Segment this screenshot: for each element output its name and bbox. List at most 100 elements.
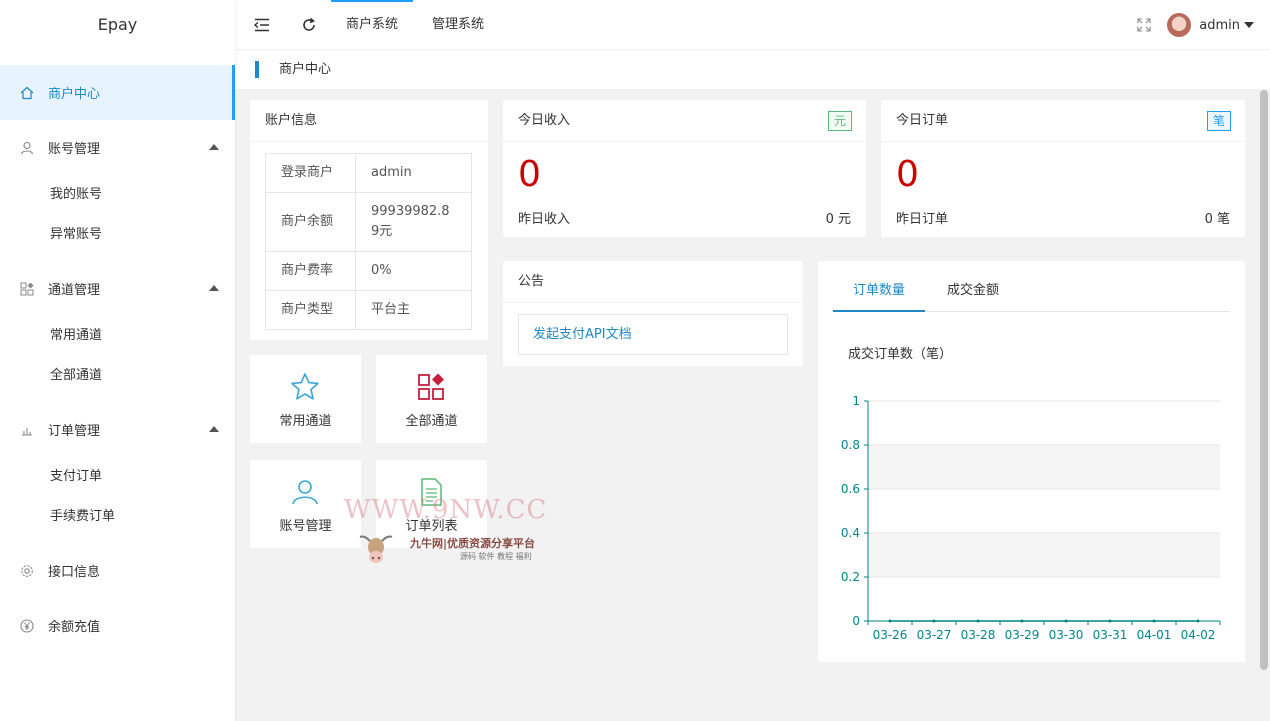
apps-icon — [20, 282, 34, 296]
shortcut-order-list[interactable]: 订单列表 — [376, 460, 487, 548]
apps-icon — [418, 373, 444, 400]
username: admin — [1199, 17, 1240, 33]
menu-fold-button[interactable] — [252, 0, 272, 50]
table-row: 商户余额 99939982.89元 — [265, 192, 472, 252]
top-header: 商户系统 管理系统 admin — [235, 0, 1270, 50]
user-menu[interactable]: admin — [1167, 0, 1254, 50]
y-tick-label: 0.6 — [841, 482, 860, 496]
yen-icon — [20, 618, 34, 633]
y-tick-label: 0 — [852, 614, 860, 628]
table-row: 商户费率 0% — [265, 251, 472, 291]
yesterday-income-value: 0 元 — [825, 212, 851, 227]
x-tick-label: 03-29 — [1005, 628, 1040, 642]
shortcut-account-management[interactable]: 账号管理 — [250, 460, 361, 548]
y-tick-label: 0.8 — [841, 438, 860, 452]
data-point — [1064, 619, 1068, 623]
document-icon — [421, 478, 442, 506]
breadcrumb: 商户中心 — [235, 50, 1270, 90]
fullscreen-button[interactable] — [1135, 0, 1153, 50]
breadcrumb-label: 商户中心 — [279, 62, 332, 77]
gear-icon — [20, 564, 34, 578]
card-title: 今日订单 笔 — [881, 100, 1245, 142]
sidebar-item-merchant-center[interactable]: 商户中心 — [0, 65, 235, 120]
y-tick-label: 0.4 — [841, 526, 860, 540]
caret-up-icon — [209, 285, 219, 291]
table-row: 商户类型 平台主 — [265, 290, 472, 330]
sidebar-item-recharge[interactable]: 余额充值 — [0, 598, 235, 653]
shortcut-label: 订单列表 — [405, 519, 458, 534]
stats-card: 订单数量 成交金额 成交订单数（笔） 0 0.2 0.4 0.6 0.8 1 03-26 03… — [818, 261, 1245, 662]
shortcut-common-channels[interactable]: 常用通道 — [250, 355, 361, 443]
star-icon — [291, 373, 319, 400]
y-tick-label: 1 — [852, 394, 860, 408]
shortcut-label: 账号管理 — [279, 519, 332, 534]
app-logo: Epay — [97, 15, 138, 34]
today-orders-card: 今日订单 笔 0 昨日订单 0 笔 — [881, 100, 1245, 237]
sidebar-subitem-common-channels[interactable]: 常用通道 — [0, 316, 235, 356]
sidebar-item-accounts[interactable]: 账号管理 — [0, 120, 235, 175]
caret-down-icon — [1244, 22, 1254, 28]
tab-turnover[interactable]: 成交金额 — [947, 271, 999, 312]
stats-tabs: 订单数量 成交金额 — [833, 271, 1230, 312]
sidebar-subitem-my-account[interactable]: 我的账号 — [0, 175, 235, 215]
x-tick-label: 03-27 — [917, 628, 952, 642]
caret-up-icon — [209, 426, 219, 432]
y-tick-label: 0.2 — [841, 570, 860, 584]
x-tick-label: 04-01 — [1137, 628, 1172, 642]
sidebar-item-label: 账号管理 — [48, 142, 101, 157]
fullscreen-icon — [1137, 18, 1151, 32]
data-point — [1196, 619, 1200, 623]
refresh-icon — [303, 17, 316, 31]
today-orders-value: 0 — [896, 154, 919, 195]
tab-merchant-system[interactable]: 商户系统 — [330, 0, 414, 50]
yesterday-orders-value: 0 笔 — [1204, 212, 1230, 227]
data-point — [932, 619, 936, 623]
grid-band — [868, 445, 1220, 489]
sidebar-item-label: 商户中心 — [48, 87, 101, 102]
chart-icon — [20, 423, 34, 437]
data-point — [1020, 619, 1024, 623]
sidebar-subitem-fee-orders[interactable]: 手续费订单 — [0, 497, 235, 537]
sidebar-nav: 商户中心 账号管理 我的账号 异常账号 通道管理 常用通道 全部通道 订单管理 … — [0, 65, 235, 653]
menu-fold-icon — [254, 18, 269, 32]
sidebar-item-label: 订单管理 — [48, 424, 101, 439]
sidebar-item-label: 通道管理 — [48, 283, 101, 298]
today-income-card: 今日收入 元 0 昨日收入 0 元 — [503, 100, 866, 237]
sidebar-subitem-payment-orders[interactable]: 支付订单 — [0, 457, 235, 497]
avatar — [1167, 13, 1192, 37]
sidebar-item-orders[interactable]: 订单管理 — [0, 402, 235, 457]
x-tick-label: 03-30 — [1049, 628, 1084, 642]
shortcut-all-channels[interactable]: 全部通道 — [376, 355, 487, 443]
chart-title: 成交订单数（笔） — [848, 347, 953, 362]
sidebar: Epay 商户中心 账号管理 我的账号 异常账号 通道管理 常用通道 全部通道 … — [0, 0, 235, 721]
data-point — [888, 619, 892, 623]
x-tick-label: 04-02 — [1181, 628, 1216, 642]
data-point — [976, 619, 980, 623]
tab-order-count[interactable]: 订单数量 — [833, 271, 926, 312]
x-tick-label: 03-26 — [873, 628, 908, 642]
sidebar-item-api-info[interactable]: 接口信息 — [0, 543, 235, 598]
card-title: 账户信息 — [250, 100, 488, 142]
account-info-table: 登录商户 admin 商户余额 99939982.89元 商户费率 0% 商户类型 平台… — [265, 153, 472, 330]
today-income-value: 0 — [518, 154, 541, 195]
yesterday-orders-label: 昨日订单 — [896, 212, 949, 227]
grid-band — [868, 533, 1220, 577]
caret-up-icon — [209, 144, 219, 150]
sidebar-item-channels[interactable]: 通道管理 — [0, 261, 235, 316]
refresh-button[interactable] — [299, 0, 319, 50]
breadcrumb-marker — [255, 61, 259, 78]
shortcut-label: 全部通道 — [405, 414, 458, 429]
data-point — [1108, 619, 1112, 623]
tab-admin-system[interactable]: 管理系统 — [432, 0, 484, 50]
sidebar-subitem-abnormal-account[interactable]: 异常账号 — [0, 215, 235, 255]
shortcut-label: 常用通道 — [279, 414, 332, 429]
x-tick-label: 03-31 — [1093, 628, 1128, 642]
card-title: 公告 — [503, 261, 803, 303]
user-icon — [20, 141, 34, 155]
page-scrollbar[interactable] — [1260, 90, 1268, 670]
yesterday-income-label: 昨日收入 — [518, 212, 571, 227]
sidebar-subitem-all-channels[interactable]: 全部通道 — [0, 356, 235, 396]
api-docs-link[interactable]: 发起支付API文档 — [518, 314, 788, 355]
notice-card: 公告 发起支付API文档 — [503, 261, 803, 366]
account-info-card: 账户信息 登录商户 admin 商户余额 99939982.89元 商户费率 0% 商… — [250, 100, 488, 340]
